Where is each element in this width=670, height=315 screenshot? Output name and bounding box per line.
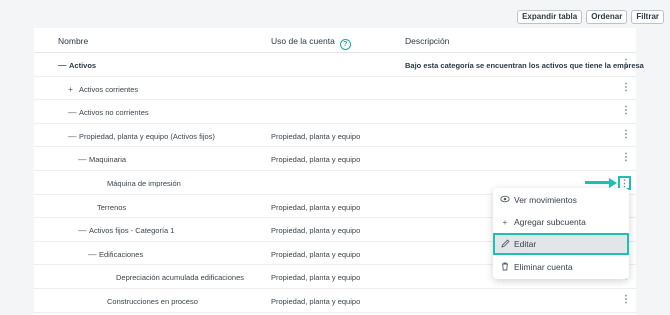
row-use: Propiedad, planta y equipo [271,296,361,306]
plus-icon: + [502,217,508,227]
row-name-cell: Construcciones en proceso [107,297,198,306]
column-header-description[interactable]: Descripción [405,36,449,46]
row-use: Propiedad, planta y equipo [271,226,361,236]
column-header-name[interactable]: Nombre [58,36,88,46]
menu-item-edit[interactable]: Editar [493,233,629,255]
menu-item-label: Eliminar cuenta [514,262,573,272]
collapse-icon[interactable]: — [58,61,68,70]
row-name: Propiedad, planta y equipo (Activos fijo… [79,131,215,141]
toolbar: Expandir tabla Ordenar Filtrar [517,10,664,24]
row-name-cell: — Maquinaria [78,155,126,164]
row-use: Propiedad, planta y equipo [271,273,361,283]
row-name: Edificaciones [99,249,144,259]
row-name-cell: — Activos fijos - Categoría 1 [78,226,174,235]
row-options-icon[interactable]: ⋮ [621,82,631,95]
trash-icon [500,262,510,273]
row-context-menu: Ver movimientos + Agregar subcuenta Edit… [493,188,629,279]
pointer-arrow [585,181,611,184]
row-name: Máquina de impresión [107,178,181,188]
row-name-cell: Máquina de impresión [107,179,181,188]
column-header-use-label[interactable]: Uso de la cuenta [271,36,335,46]
table-row[interactable]: — Activos no corrientes ⋮ [34,100,636,124]
row-use: Propiedad, planta y equipo [271,202,361,212]
filter-button[interactable]: Filtrar [631,10,664,24]
menu-item-add-subaccount[interactable]: + Agregar subcuenta [493,211,629,233]
collapse-icon[interactable]: — [78,155,88,164]
row-name: Activos no corrientes [79,108,149,118]
menu-item-view-movements[interactable]: Ver movimientos [493,189,629,211]
row-options-icon[interactable]: ⋮ [621,58,631,71]
collapse-icon[interactable]: — [78,226,88,235]
row-options-icon[interactable]: ⋮ [621,129,631,142]
table-row[interactable]: — Propiedad, planta y equipo (Activos fij… [34,124,636,148]
pencil-icon [500,238,510,250]
row-options-icon[interactable]: ⋮ [621,294,631,307]
row-name: Activos fijos - Categoría 1 [89,226,175,236]
help-icon[interactable]: ? [339,39,351,50]
row-use: Propiedad, planta y equipo [271,155,361,165]
row-name: Construcciones en proceso [107,296,198,306]
table-row[interactable]: Construcciones en proceso Propiedad, plan… [34,289,636,313]
table-header: Nombre Uso de la cuenta? Descripción [34,28,636,53]
row-name-cell: Depreciación acumulada edificaciones [116,273,244,282]
pointer-arrow-head [609,177,617,188]
collapse-icon[interactable]: — [68,132,78,141]
collapse-icon[interactable]: — [88,250,98,259]
row-name: Terrenos [97,202,127,212]
row-name-cell: — Propiedad, planta y equipo (Activos fij… [68,132,215,141]
row-name: Activos [69,61,97,70]
row-options-icon[interactable]: ⋮ [621,105,631,118]
table-row[interactable]: — Maquinaria Propiedad, planta y equipo ⋮ [34,147,636,171]
table-row[interactable]: + Activos corrientes ⋮ [34,77,636,101]
expand-icon[interactable]: + [68,84,78,93]
row-use: Propiedad, planta y equipo [271,131,361,141]
row-options-icon[interactable]: ⋮ [621,152,631,165]
column-header-use: Uso de la cuenta? [271,36,351,50]
row-name: Activos corrientes [79,84,139,94]
menu-item-label: Ver movimientos [514,195,577,205]
row-name-cell: + Activos corrientes [68,84,139,94]
eye-icon [500,195,510,205]
row-name-cell: — Edificaciones [88,250,143,259]
row-name-cell: — Activos [58,61,96,70]
order-button[interactable]: Ordenar [586,10,628,24]
row-description: Bajo esta categoría se encuentran los ac… [405,61,644,70]
expand-table-button[interactable]: Expandir tabla [517,10,583,24]
row-name: Maquinaria [89,155,127,165]
menu-item-delete-account[interactable]: Eliminar cuenta [493,256,629,278]
collapse-icon[interactable]: — [68,108,78,117]
row-name-cell: — Activos no corrientes [68,108,149,117]
menu-item-label: Agregar subcuenta [514,217,586,227]
row-use: Propiedad, planta y equipo [271,249,361,259]
table-row[interactable]: — Activos Bajo esta categoría se encuentra… [34,53,644,77]
row-name-cell: Terrenos [97,203,126,212]
row-name: Depreciación acumulada edificaciones [116,273,244,283]
menu-item-label: Editar [514,239,537,249]
